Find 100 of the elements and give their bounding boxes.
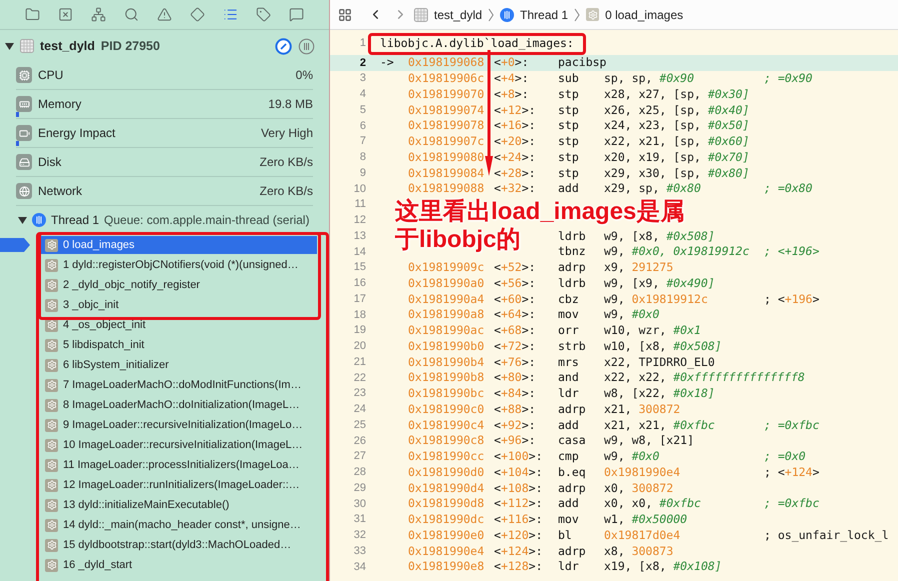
address: 0x1981990cc [408, 449, 484, 463]
offset: <+84>: [494, 386, 536, 400]
stack-frame[interactable]: 14 dyld::_main(macho_header const*, unsigne… [41, 516, 317, 534]
stack-frame[interactable]: 1 dyld::registerObjCNotifiers(void (*)(unsigned… [41, 256, 317, 274]
operands: x0, x0, #0xfbc [604, 496, 701, 510]
operands: x22, x22, #0xfffffffffffffff8 [604, 370, 805, 384]
mnemonic: add [558, 418, 579, 432]
disclosure-icon[interactable] [5, 42, 14, 50]
mnemonic: bl [558, 528, 572, 542]
mnemonic: adrp [558, 544, 586, 558]
offset: <+104>: [494, 464, 542, 479]
operands: w9, #0x0, 0x19819912c [604, 244, 750, 258]
stack-frame[interactable]: 11 ImageLoader::processInitializers(ImageLoa… [41, 456, 317, 474]
line-number: 3 [358, 71, 366, 86]
gauge-label[interactable]: Energy Impact [38, 124, 116, 142]
offset: <+64>: [494, 307, 536, 322]
gauge-value: 0% [296, 67, 313, 84]
stack-frame[interactable]: 2 _dyld_objc_notify_register [41, 276, 317, 294]
mnemonic: stp [558, 86, 579, 101]
stack-frame[interactable]: 15 dyldbootstrap::start(dyld3::MachOLoaded… [41, 536, 317, 554]
stack-frame[interactable]: 8 ImageLoaderMachO::doInitialization(ImageL… [41, 396, 317, 414]
gear-icon [45, 338, 58, 352]
stack-frame[interactable]: 10 ImageLoader::recursiveInitialization(ImageL… [41, 436, 317, 454]
stack-frame[interactable]: 4 _os_object_init [41, 316, 317, 334]
offset: <+68>: [494, 323, 536, 337]
line-number: 21 [352, 354, 366, 370]
stack-frame[interactable]: 0 load_images [41, 236, 317, 254]
operands: x29, sp, #0x80 [604, 181, 701, 196]
code-comment: ; =0x90 [764, 70, 812, 87]
gear-icon [45, 298, 58, 312]
annotation-text: 于libobjc的 [395, 226, 520, 254]
mnemonic: ldr [558, 559, 579, 574]
stack-frame[interactable]: 12 ImageLoader::runInitializers(ImageLoader::… [41, 476, 317, 494]
line-number: 13 [352, 228, 366, 244]
stack-frame[interactable]: 3 _objc_init [41, 296, 317, 314]
mnemonic: cbz [558, 292, 579, 306]
code-comment: ; <+124> [764, 464, 820, 481]
annotation-text: 这里看出load_images是属 [395, 198, 684, 226]
address: 0x198199078 [408, 118, 484, 132]
gear-icon [45, 278, 58, 292]
breadcrumb[interactable]: 0 load_images [605, 6, 684, 24]
offset: <+28>: [494, 166, 536, 180]
gauge-label[interactable]: CPU [38, 66, 64, 84]
line-number: 27 [352, 449, 366, 464]
code-comment: ; =0x0 [764, 448, 806, 465]
stack-frame[interactable]: 6 libSystem_initializer [41, 356, 317, 374]
gauge-icon[interactable] [275, 38, 292, 54]
line-number: 22 [352, 370, 366, 386]
operands: w1, #0x50000 [604, 512, 688, 526]
address: 0x198199088 [408, 181, 484, 196]
breadcrumb[interactable]: test_dyld [434, 6, 482, 24]
offset: <+60>: [494, 292, 536, 306]
app-icon [414, 8, 428, 22]
offset: <+100>: [494, 449, 542, 463]
address: 0x1981990bc [408, 386, 484, 400]
line-number: 18 [352, 308, 366, 323]
address: 0x1981990d8 [408, 496, 484, 510]
tag-icon[interactable] [254, 5, 273, 24]
stack-frame[interactable]: 16 _dyld_start [41, 556, 317, 574]
gauge-label[interactable]: Disk [38, 153, 62, 171]
offset: <+24>: [494, 150, 536, 164]
offset: <+8>: [494, 86, 529, 101]
line-number: 9 [358, 166, 366, 181]
hierarchy-icon[interactable] [89, 5, 108, 24]
offset: <+72>: [494, 338, 536, 353]
address: 0x1981990b8 [408, 370, 484, 384]
mnemonic: stp [558, 150, 579, 164]
stack-frame[interactable]: 9 ImageLoader::recursiveInitialization(ImageLo… [41, 416, 317, 434]
disclosure-icon[interactable] [18, 216, 27, 224]
line-number: 34 [352, 560, 366, 575]
stack-frame[interactable]: 5 libdispatch_init [41, 336, 317, 354]
gauge-label[interactable]: Network [38, 182, 82, 200]
gauge-label[interactable]: Memory [38, 95, 82, 113]
operands: x9, 291275 [604, 260, 674, 274]
mnemonic: ldr [558, 386, 579, 400]
address: 0x198199068 [408, 55, 484, 70]
function-label: libobjc.A.dylib`load_images: [380, 34, 574, 52]
operands: x24, x23, [sp, #0x50] [604, 118, 750, 132]
mnemonic: adrp [558, 402, 586, 416]
diamond-icon[interactable] [188, 5, 207, 24]
address: 0x1981990c4 [408, 418, 484, 432]
line-number: 30 [352, 496, 366, 512]
thread-name[interactable]: Thread 1 [51, 211, 100, 229]
breadcrumb[interactable]: Thread 1 [520, 6, 568, 24]
pause-icon[interactable] [298, 38, 315, 54]
network-icon [16, 183, 32, 199]
line-number: 29 [352, 480, 366, 496]
thread-queue: Queue: com.apple.main-thread (serial) [104, 212, 310, 229]
gear-icon [45, 498, 58, 512]
stack-frame[interactable]: 13 dyld::initializeMainExecutable() [41, 496, 317, 514]
operands: w9, #0x0 [604, 307, 660, 322]
operands: x21, 300872 [604, 402, 680, 416]
stack-frame[interactable]: 7 ImageLoaderMachO::doModInitFunctions(Im… [41, 376, 317, 394]
line-number: 33 [352, 544, 366, 559]
mnemonic: orr [558, 323, 579, 337]
gauge-value: Zero KB/s [260, 154, 313, 171]
line-number: 31 [352, 512, 366, 528]
offset: <+76>: [494, 354, 536, 368]
operands: w9, [x9, #0x490] [604, 276, 715, 290]
grid-icon[interactable] [338, 8, 352, 22]
